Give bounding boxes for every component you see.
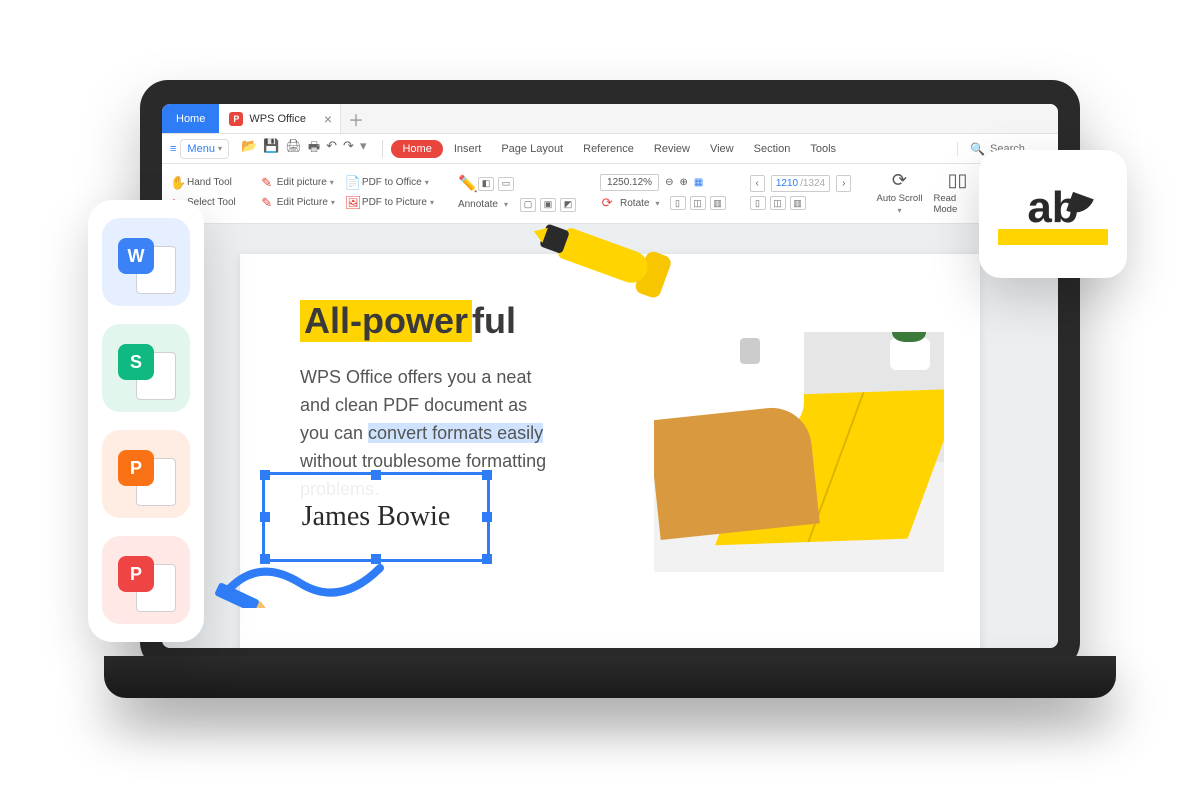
auto-scroll-icon: ⟳ xyxy=(892,170,907,191)
presentation-tile[interactable]: P xyxy=(102,430,190,518)
fit-button[interactable]: ▦ xyxy=(694,177,703,188)
print-icon[interactable]: 🖨 xyxy=(285,138,302,160)
edit-picture2-button[interactable]: ✎Edit Picture▾ xyxy=(260,195,335,211)
app-icons-card: W S P P xyxy=(88,200,204,642)
resize-handle[interactable] xyxy=(482,512,492,522)
rotate-icon: ⟳ xyxy=(600,195,614,211)
tab-document[interactable]: P WPS Office × xyxy=(219,104,341,133)
new-tab-button[interactable]: ＋ xyxy=(341,107,371,131)
tool-icon[interactable]: ◧ xyxy=(478,177,494,191)
pdf-icon: 📄 xyxy=(345,175,359,191)
pdf-to-office-button[interactable]: 📄PDF to Office▾ xyxy=(345,175,434,191)
search-icon: 🔍 xyxy=(970,142,985,156)
save-icon[interactable]: 💾 xyxy=(263,138,279,160)
hand-icon: ✋ xyxy=(170,175,184,191)
annotate-button[interactable]: ✏️ xyxy=(458,174,472,194)
menu-button[interactable]: Menu▾ xyxy=(180,139,229,159)
zoom-in-button[interactable]: ⊕ xyxy=(679,177,687,188)
writer-tile[interactable]: W xyxy=(102,218,190,306)
rtab-reference[interactable]: Reference xyxy=(574,143,643,155)
rtab-home[interactable]: Home xyxy=(391,140,442,158)
divider xyxy=(382,140,383,158)
zoom-value[interactable]: 1250.12% xyxy=(600,174,659,191)
next-page-button[interactable]: › xyxy=(836,175,851,192)
pdf-tile[interactable]: P xyxy=(102,536,190,624)
close-icon[interactable]: × xyxy=(324,111,332,127)
read-mode-button[interactable]: ▯▯ Read Mode xyxy=(933,170,981,215)
tool-icon[interactable]: ▢ xyxy=(520,198,536,212)
ab-text: ab xyxy=(1027,183,1078,233)
rtab-insert[interactable]: Insert xyxy=(445,143,491,155)
annotate-icon: ✏️ xyxy=(458,174,472,194)
rtab-section[interactable]: Section xyxy=(745,143,800,155)
prev-page-button[interactable]: ‹ xyxy=(750,175,765,192)
menu-bar: ≡ Menu▾ 📂 💾 🖨 🖶 ↶ ↷ ▾ Home Insert Page L… xyxy=(162,134,1058,164)
wps-pdf-icon: P xyxy=(229,112,243,126)
resize-handle[interactable] xyxy=(260,512,270,522)
open-icon[interactable]: 📂 xyxy=(241,138,257,160)
pdf-icon: P xyxy=(118,556,154,592)
selected-text: convert formats easily xyxy=(368,423,543,443)
book-icon: ▯▯ xyxy=(948,170,968,191)
presentation-icon: P xyxy=(118,450,154,486)
edit-icon: ✎ xyxy=(260,175,274,191)
picture-icon: 🖼 xyxy=(345,195,359,211)
resize-handle[interactable] xyxy=(260,470,270,480)
layout-icon[interactable]: ▯ xyxy=(670,196,686,210)
tool-icon[interactable]: ▭ xyxy=(498,177,514,191)
text-style-card: ab xyxy=(979,150,1127,278)
tab-home[interactable]: Home xyxy=(162,104,219,133)
ribbon: ✋Hand Tool ➤Select Tool ✎Edit picture▾ ✎… xyxy=(162,164,1058,224)
writer-icon: W xyxy=(118,238,154,274)
rtab-tools[interactable]: Tools xyxy=(801,143,845,155)
qat-more-icon[interactable]: ▾ xyxy=(360,138,367,160)
layout-icon[interactable]: ▥ xyxy=(710,196,726,210)
view-icon[interactable]: ◫ xyxy=(770,196,786,210)
undo-icon[interactable]: ↶ xyxy=(326,138,337,160)
highlighted-text: All-power xyxy=(300,300,472,342)
edit-icon: ✎ xyxy=(260,195,274,211)
title-tabs: Home P WPS Office × ＋ xyxy=(162,104,1058,134)
rtab-review[interactable]: Review xyxy=(645,143,699,155)
resize-handle[interactable] xyxy=(371,470,381,480)
resize-handle[interactable] xyxy=(482,470,492,480)
rotate-button[interactable]: Rotate xyxy=(620,198,649,209)
spreadsheet-tile[interactable]: S xyxy=(102,324,190,412)
inline-image xyxy=(654,332,944,572)
view-icon[interactable]: ▥ xyxy=(790,196,806,210)
spreadsheet-icon: S xyxy=(118,344,154,380)
hand-tool-button[interactable]: ✋Hand Tool xyxy=(170,175,236,191)
ribbon-tabs: Home Insert Page Layout Reference Review… xyxy=(391,140,845,158)
hamburger-icon[interactable]: ≡ xyxy=(170,143,176,155)
pdf-to-picture-button[interactable]: 🖼PDF to Picture▾ xyxy=(345,195,434,211)
rtab-page-layout[interactable]: Page Layout xyxy=(492,143,572,155)
redo-icon[interactable]: ↷ xyxy=(343,138,354,160)
zoom-out-button[interactable]: ⊖ xyxy=(665,177,673,188)
edit-picture-button[interactable]: ✎Edit picture▾ xyxy=(260,175,335,191)
quick-access-toolbar: 📂 💾 🖨 🖶 ↶ ↷ ▾ xyxy=(233,138,375,160)
rtab-view[interactable]: View xyxy=(701,143,743,155)
pencil-icon xyxy=(210,548,410,608)
tab-label: WPS Office xyxy=(249,113,306,125)
view-icon[interactable]: ▯ xyxy=(750,196,766,210)
preview-icon[interactable]: 🖶 xyxy=(308,138,320,160)
signature-text: James Bowie xyxy=(302,501,451,533)
page-indicator[interactable]: 1210/1324 xyxy=(771,175,830,192)
resize-handle[interactable] xyxy=(482,554,492,564)
layout-icon[interactable]: ◫ xyxy=(690,196,706,210)
auto-scroll-button[interactable]: ⟳ Auto Scroll▾ xyxy=(875,170,923,215)
